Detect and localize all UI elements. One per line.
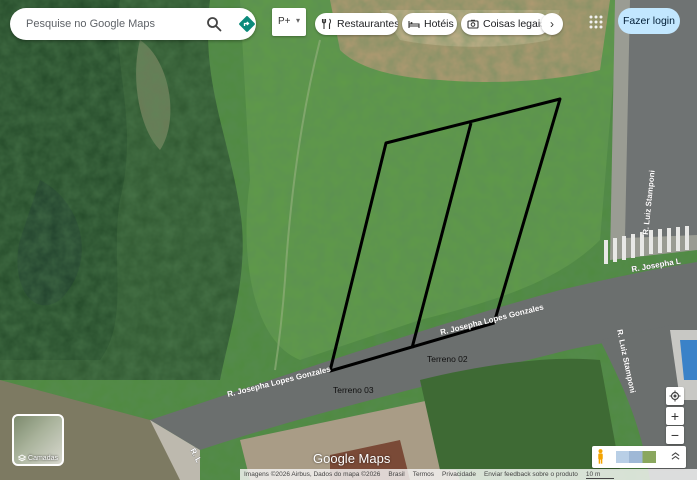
street-view-bar [592, 446, 686, 468]
expand-icon[interactable] [671, 452, 680, 461]
imagery-thumbnails[interactable] [616, 451, 656, 463]
plus-icon: + [670, 408, 680, 424]
minus-icon: − [670, 427, 680, 443]
search-input[interactable] [24, 17, 196, 31]
country-link[interactable]: Brasil [388, 471, 404, 478]
search-icon[interactable] [206, 16, 222, 32]
satellite-map[interactable]: R. Josepha Lopes Gonzales R. Josepha Lop… [0, 0, 697, 480]
google-maps-logo: Google Maps [313, 451, 391, 466]
restaurant-icon [321, 18, 332, 29]
layers-label: Camadas [28, 454, 58, 462]
directions-icon[interactable] [238, 15, 256, 33]
zoom-in-button[interactable]: + [666, 407, 684, 425]
feedback-link[interactable]: Enviar feedback sobre o produto [484, 471, 578, 478]
imagery-attribution: Imagens ©2026 Airbus, Dados do mapa ©202… [244, 471, 381, 478]
chip-label-hotels: Hotéis [424, 18, 454, 30]
chip-label-restaurants: Restaurantes [337, 18, 398, 30]
map-layer-picker[interactable]: P+ ▾ [272, 8, 306, 36]
chevron-right-icon: › [550, 17, 554, 31]
plot-label-terreno-03: Terreno 03 [333, 385, 374, 395]
zoom-out-button[interactable]: − [666, 426, 684, 444]
map-footer: Imagens ©2026 Airbus, Dados do mapa ©202… [240, 469, 697, 480]
plot-label-terreno-02: Terreno 02 [427, 354, 468, 364]
layers-button-caption: Camadas [14, 454, 62, 462]
chip-hotels[interactable]: Hotéis [402, 13, 457, 35]
chip-things-to-do[interactable]: Coisas legais p [461, 13, 549, 35]
layer-picker-label: P+ [278, 16, 291, 27]
my-location-button[interactable] [666, 387, 684, 405]
privacy-link[interactable]: Privacidade [442, 471, 476, 478]
hotel-icon [408, 21, 420, 28]
layers-button[interactable]: Camadas [12, 414, 64, 466]
search-box[interactable] [10, 8, 256, 40]
chevron-down-icon: ▾ [296, 16, 301, 25]
login-button-label: Fazer login [623, 15, 675, 27]
chips-next-button[interactable]: › [541, 13, 563, 35]
camera-icon [467, 19, 479, 29]
layers-icon [18, 454, 27, 462]
login-button[interactable]: Fazer login [618, 8, 680, 34]
apps-grid-icon[interactable] [588, 14, 604, 30]
terms-link[interactable]: Termos [413, 471, 434, 478]
pegman-icon[interactable] [596, 448, 605, 465]
my-location-icon [669, 390, 681, 402]
chip-restaurants[interactable]: Restaurantes [315, 13, 398, 35]
scale-label: 10 m [585, 471, 615, 479]
chip-label-things-to-do: Coisas legais p [483, 18, 549, 30]
